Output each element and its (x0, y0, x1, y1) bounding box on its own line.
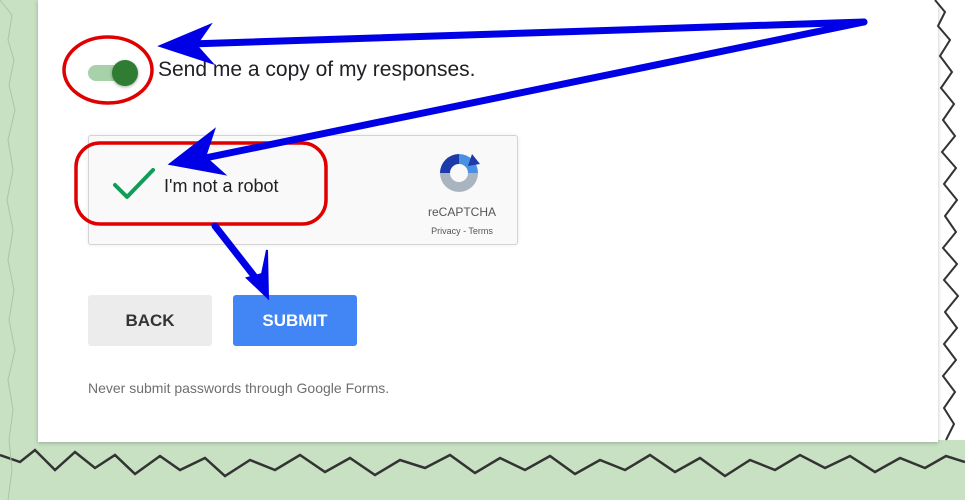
background-bottom (0, 440, 965, 500)
submit-button[interactable]: SUBMIT (233, 295, 357, 346)
recaptcha-links[interactable]: Privacy - Terms (416, 226, 508, 236)
not-a-robot-label: I'm not a robot (164, 176, 279, 196)
background-left (0, 0, 40, 500)
copy-responses-label: Send me a copy of my responses. (158, 58, 476, 81)
copy-responses-toggle[interactable] (88, 60, 138, 86)
recaptcha-logo-icon (440, 154, 480, 192)
recaptcha-brand: reCAPTCHA (427, 205, 496, 219)
password-warning: Never submit passwords through Google Fo… (88, 380, 390, 396)
toggle-thumb (112, 60, 138, 86)
checkmark-icon[interactable] (112, 167, 156, 201)
back-button[interactable]: BACK (88, 295, 212, 346)
